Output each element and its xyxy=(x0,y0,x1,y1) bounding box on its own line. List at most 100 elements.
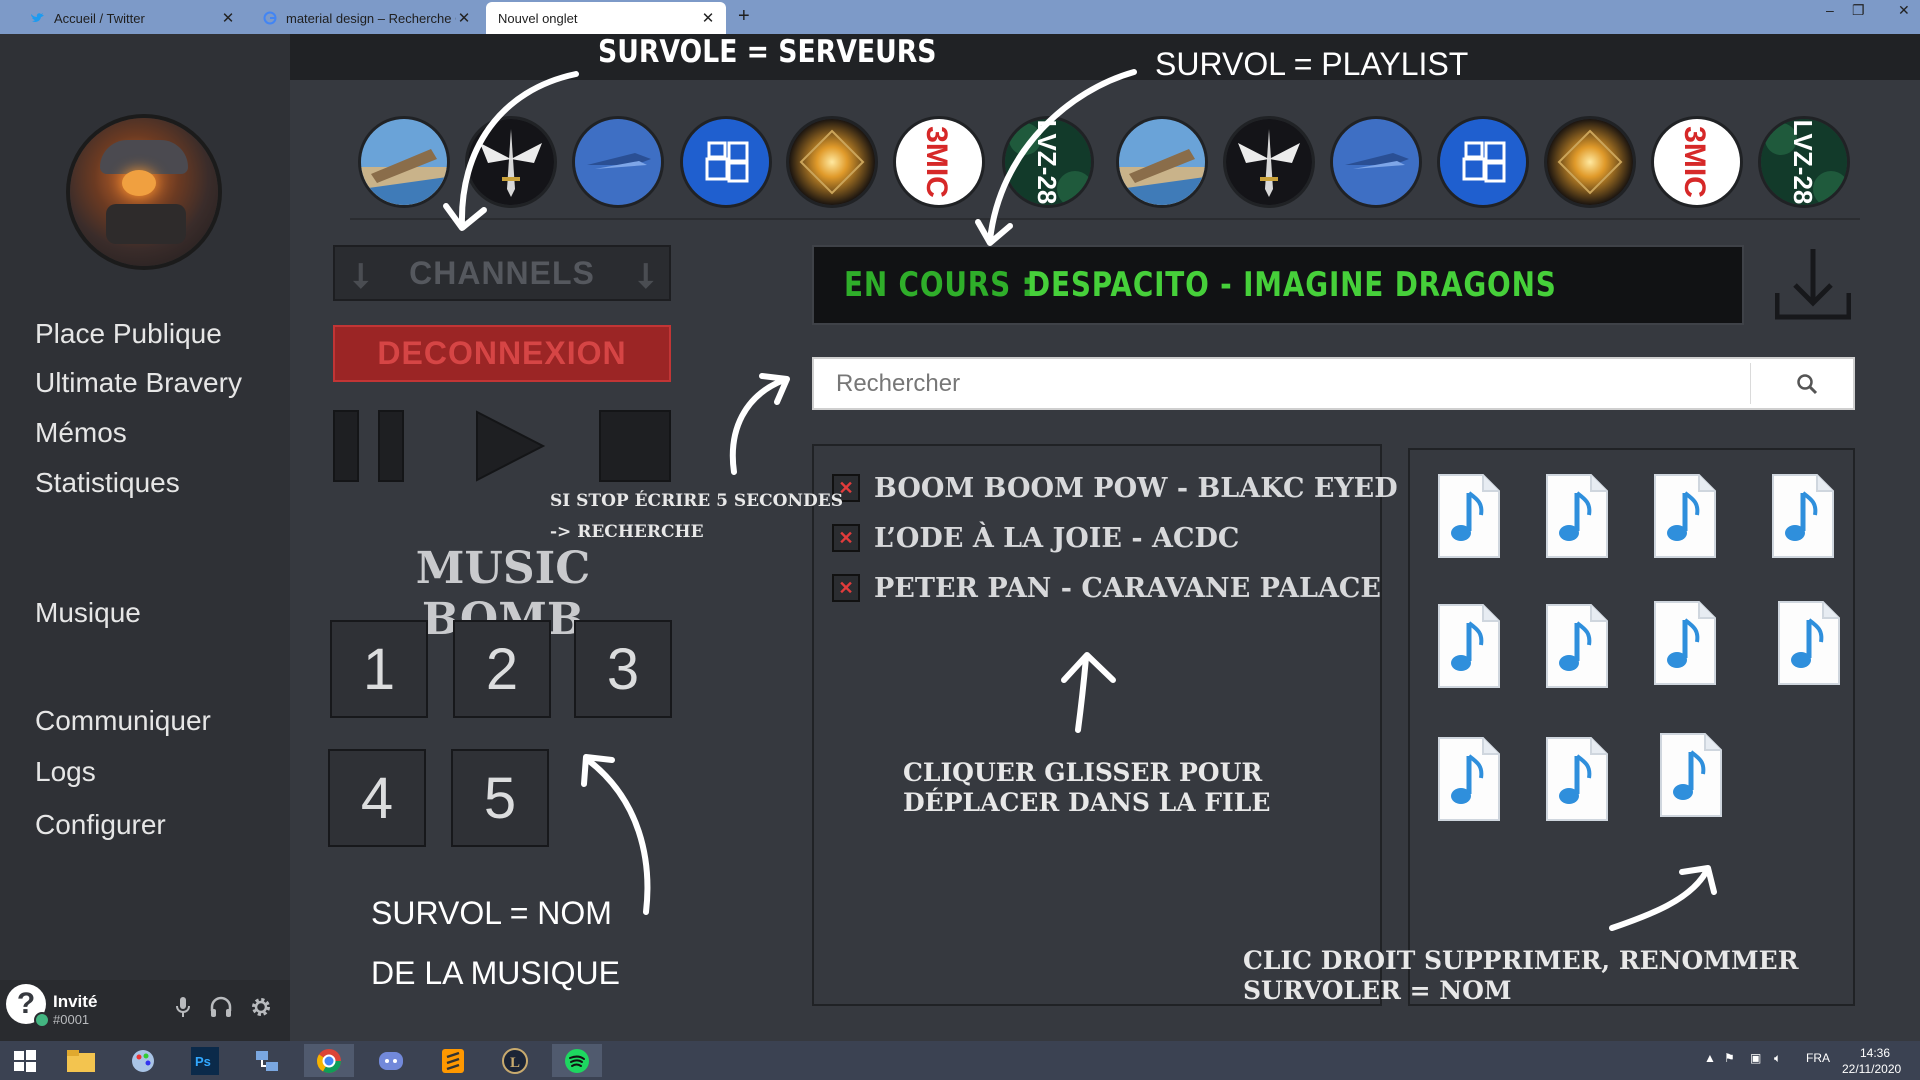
close-icon[interactable]: ✕ xyxy=(220,9,236,27)
annotation-cliquer-line1: CLIQUER GLISSER POUR xyxy=(903,758,1263,787)
nav-musique[interactable]: Musique xyxy=(35,597,141,629)
music-file-icon[interactable] xyxy=(1659,732,1723,818)
lvz-logo-icon[interactable]: LVZ-28 xyxy=(1002,116,1094,208)
user-panel: ? Invité #0001 xyxy=(0,980,290,1041)
tray-language[interactable]: FRA xyxy=(1806,1051,1830,1065)
network-app[interactable] xyxy=(242,1044,292,1077)
music-file-icon[interactable] xyxy=(1437,603,1501,689)
download-icon[interactable] xyxy=(1775,245,1851,320)
music-file-icon[interactable] xyxy=(1777,600,1841,686)
bomb-button-3[interactable]: 3 xyxy=(574,620,672,718)
windows-logo-icon[interactable] xyxy=(680,116,772,208)
photoshop-app[interactable]: Ps xyxy=(180,1044,230,1077)
landscape-icon[interactable] xyxy=(358,116,450,208)
league-app[interactable]: L xyxy=(490,1044,540,1077)
close-icon[interactable]: ✕ xyxy=(700,9,716,27)
bomb-button-1[interactable]: 1 xyxy=(330,620,428,718)
svg-text:L: L xyxy=(510,1055,520,1071)
minimize-icon[interactable]: – xyxy=(1826,2,1834,18)
bomb-button-4[interactable]: 4 xyxy=(328,749,426,847)
bomb-button-5[interactable]: 5 xyxy=(451,749,549,847)
nav-ultimate-bravery[interactable]: Ultimate Bravery xyxy=(35,367,242,399)
tray-volume-icon[interactable]: 🔈︎ xyxy=(1774,1051,1781,1066)
tab-title: Nouvel onglet xyxy=(498,10,578,26)
blade-icon[interactable] xyxy=(1330,116,1422,208)
file-explorer-app[interactable] xyxy=(56,1044,106,1077)
chrome-app[interactable] xyxy=(304,1044,354,1077)
windows-start-button[interactable] xyxy=(0,1044,50,1077)
tab-google[interactable]: material design – Recherche Goo ✕ xyxy=(250,2,482,34)
bomb-button-2[interactable]: 2 xyxy=(453,620,551,718)
pause-button[interactable] xyxy=(333,410,359,482)
tab-twitter[interactable]: Accueil / Twitter ✕ xyxy=(18,2,246,34)
folder-icon xyxy=(67,1049,95,1072)
windows-logo-icon xyxy=(14,1049,36,1072)
search-input[interactable] xyxy=(816,361,1748,406)
sublime-app[interactable] xyxy=(428,1044,478,1077)
tray-network-icon[interactable]: ▣ xyxy=(1750,1051,1761,1065)
avatar-hat xyxy=(100,140,188,174)
profile-avatar[interactable] xyxy=(70,118,218,266)
glowing-emblem-icon[interactable] xyxy=(786,116,878,208)
annotation-clic-droit-line1: CLIC DROIT SUPPRIMER, RENOMMER xyxy=(1243,946,1799,975)
winged-sword-icon[interactable] xyxy=(465,116,557,208)
microphone-icon[interactable] xyxy=(170,994,196,1020)
taskbar: Ps L ▲ ⚑ ▣ 🔈︎ FRA 14:36 22/11/2020 xyxy=(0,1041,1920,1080)
queue-item-title: L’ODE À LA JOIE - ACDC xyxy=(874,522,1240,554)
music-file-icon[interactable] xyxy=(1437,736,1501,822)
tab-title: Accueil / Twitter xyxy=(54,10,145,26)
queue-item[interactable]: ✕ BOOM BOOM POW - BLAKC EYED xyxy=(832,470,1398,506)
headphones-icon[interactable] xyxy=(208,994,234,1020)
arrow-bomb xyxy=(585,757,651,915)
music-file-icon[interactable] xyxy=(1545,473,1609,559)
blade-icon[interactable] xyxy=(572,116,664,208)
music-file-icon[interactable] xyxy=(1653,473,1717,559)
music-file-icon[interactable] xyxy=(1545,603,1609,689)
annotation-stop-line1: SI STOP ÉCRIRE 5 SECONDES xyxy=(550,491,843,511)
new-tab-button[interactable]: + xyxy=(738,5,750,28)
close-icon[interactable]: ✕ xyxy=(456,9,472,27)
nav-place-publique[interactable]: Place Publique xyxy=(35,318,222,350)
nav-configurer[interactable]: Configurer xyxy=(35,809,166,841)
winged-sword-icon[interactable] xyxy=(1223,116,1315,208)
nav-communiquer[interactable]: Communiquer xyxy=(35,705,211,737)
paint-app[interactable] xyxy=(118,1044,168,1077)
tray-expand-icon[interactable]: ▲ xyxy=(1704,1051,1716,1065)
glowing-emblem-icon[interactable] xyxy=(1544,116,1636,208)
gear-icon[interactable] xyxy=(248,994,274,1020)
tab-new[interactable]: Nouvel onglet ✕ xyxy=(486,2,726,34)
landscape-icon[interactable] xyxy=(1116,116,1208,208)
chrome-icon xyxy=(317,1048,341,1073)
tray-time[interactable]: 14:36 xyxy=(1860,1046,1890,1060)
search-button[interactable] xyxy=(1764,363,1850,404)
browser-tab-bar: Accueil / Twitter ✕ material design – Re… xyxy=(0,0,1920,34)
3mic-logo-icon[interactable]: 3MIC xyxy=(1651,116,1743,208)
music-file-icon[interactable] xyxy=(1437,473,1501,559)
tray-date[interactable]: 22/11/2020 xyxy=(1842,1062,1901,1076)
music-file-icon[interactable] xyxy=(1653,600,1717,686)
nav-statistiques[interactable]: Statistiques xyxy=(35,467,180,499)
search-icon xyxy=(1797,373,1818,394)
stop-button[interactable] xyxy=(599,410,671,482)
close-window-icon[interactable]: ✕ xyxy=(1898,2,1910,19)
nav-logs[interactable]: Logs xyxy=(35,756,96,788)
play-button[interactable] xyxy=(474,410,546,482)
queue-item[interactable]: ✕ L’ODE À LA JOIE - ACDC xyxy=(832,520,1239,556)
channels-button[interactable]: ⭣ CHANNELS ⭣ xyxy=(333,245,671,301)
windows-logo-icon[interactable] xyxy=(1437,116,1529,208)
remove-icon[interactable]: ✕ xyxy=(832,574,860,602)
lvz-logo-icon[interactable]: LVZ-28 xyxy=(1758,116,1850,208)
3mic-logo-icon[interactable]: 3MIC xyxy=(893,116,985,208)
music-file-icon[interactable] xyxy=(1771,473,1835,559)
nav-memos[interactable]: Mémos xyxy=(35,417,127,449)
remove-icon[interactable]: ✕ xyxy=(832,524,860,552)
disconnect-button[interactable]: DECONNEXION xyxy=(333,325,671,382)
restore-icon[interactable]: ❐ xyxy=(1852,2,1865,19)
pause-button-bar[interactable] xyxy=(378,410,404,482)
discord-app[interactable] xyxy=(366,1044,416,1077)
arrow-down-icon: ⭣ xyxy=(353,257,370,295)
music-file-icon[interactable] xyxy=(1545,736,1609,822)
spotify-app[interactable] xyxy=(552,1044,602,1077)
tray-flag-icon[interactable]: ⚑ xyxy=(1724,1051,1735,1065)
queue-item[interactable]: ✕ PETER PAN - CARAVANE PALACE xyxy=(832,570,1381,606)
